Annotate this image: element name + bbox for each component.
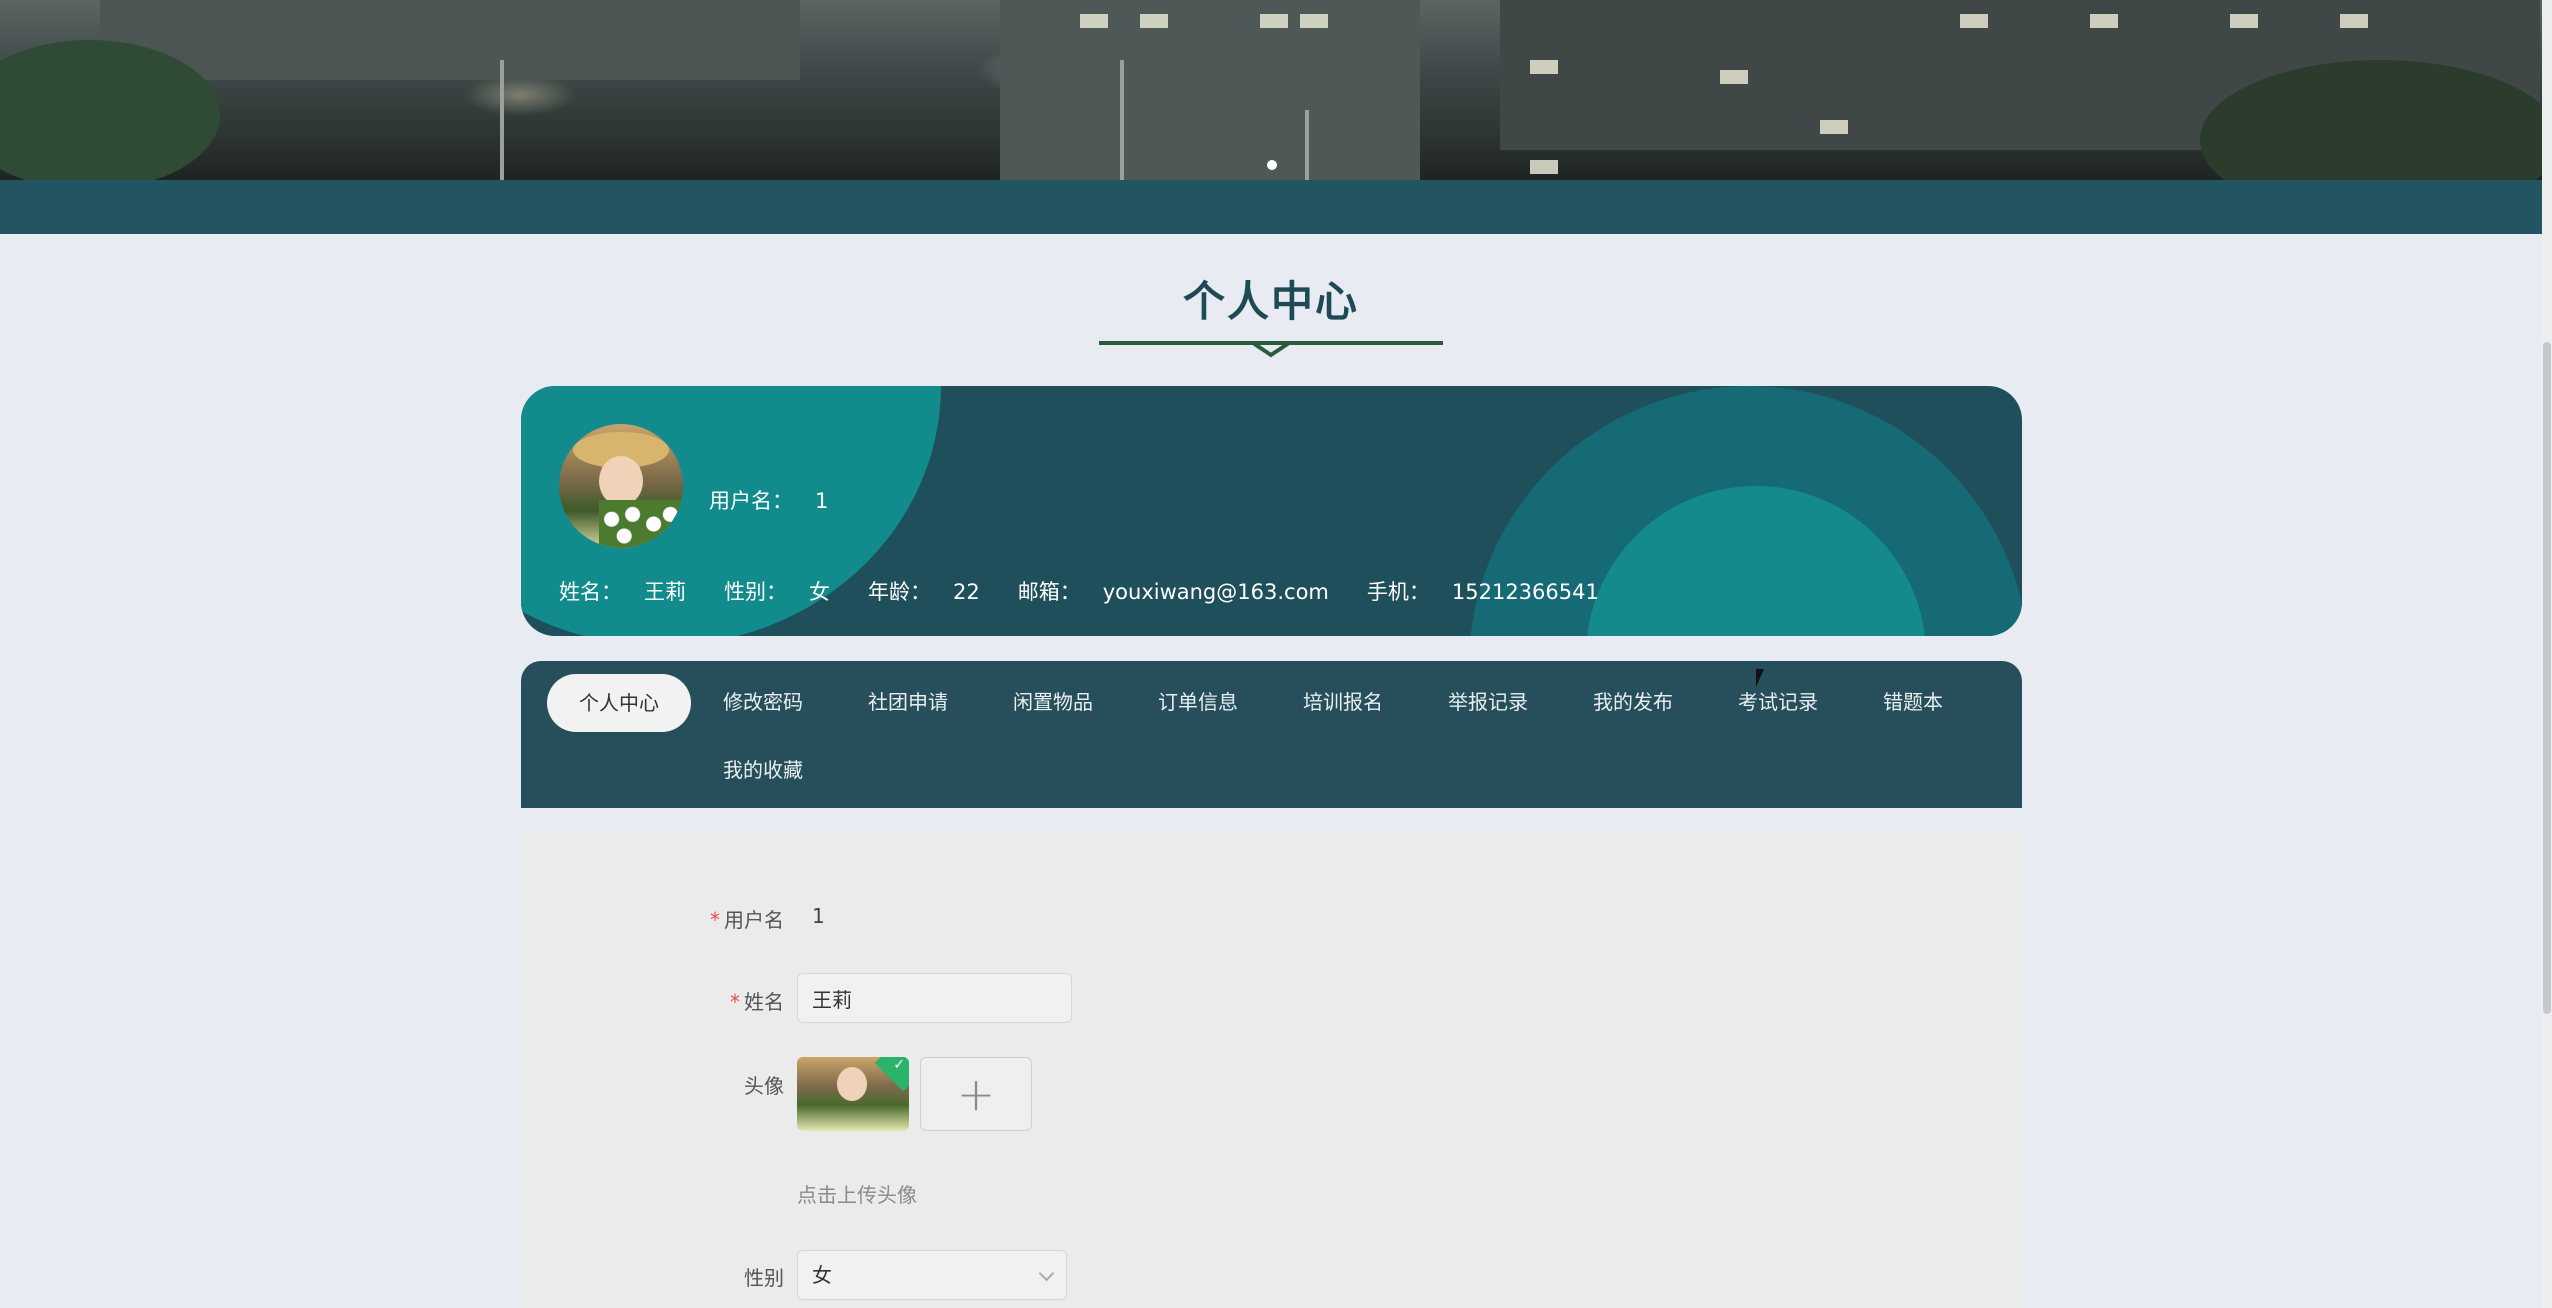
tab-my-posts[interactable]: 我的发布 [1561,673,1705,731]
tab-wrong-answers[interactable]: 错题本 [1851,673,1975,731]
profile-username-value: 1 [815,489,829,513]
profile-name-value: 王莉 [644,580,686,604]
banner-window [2340,14,2368,28]
profile-username-label: 用户名： [709,489,793,513]
profile-details: 姓名： 王莉 性别： 女 年龄： 22 邮箱： youxiwang@163.com 手机： 152… [559,576,1599,606]
banner-window [1960,14,1988,28]
avatar-label: 头像 [744,1074,784,1098]
title-chevron-icon [1253,341,1289,358]
uploaded-avatar-thumbnail[interactable]: ✓ [797,1057,909,1131]
banner-building [1000,0,1420,180]
banner-window [1300,14,1328,28]
profile-username: 用户名： 1 [709,485,828,515]
profile-email-value: youxiwang@163.com [1102,580,1329,604]
tab-club-application[interactable]: 社团申请 [836,673,980,731]
banner-lamp [1120,60,1124,180]
banner-window [1260,14,1288,28]
name-input[interactable] [797,973,1072,1023]
banner-carousel[interactable] [0,0,2552,220]
tab-personal-center[interactable]: 个人中心 [547,674,691,732]
gender-select[interactable]: 女 [797,1250,1067,1300]
profile-name-label: 姓名： [559,580,622,604]
tab-report-records[interactable]: 举报记录 [1416,673,1560,731]
profile-gender-value: 女 [809,580,830,604]
page: 个人中心 用户名： 1 姓名： 王莉 性别： 女 年龄： 22 邮箱： youxiwang@16… [0,0,2552,1308]
banner-window [1080,14,1108,28]
check-icon: ✓ [893,1057,905,1073]
tab-idle-items[interactable]: 闲置物品 [981,673,1125,731]
carousel-indicator-dot[interactable] [1267,160,1277,170]
banner-lamp [500,60,504,180]
banner-window [1820,120,1848,134]
username-label: * 用户名 [710,908,784,932]
banner-window [1720,70,1748,84]
avatar-flowers [599,500,683,548]
user-center-tabs: 个人中心 修改密码 社团申请 闲置物品 订单信息 培训报名 举报记录 我的发布 … [521,661,2022,808]
scrollbar-thumb[interactable] [2543,342,2551,1014]
avatar-upload-button[interactable]: + [920,1057,1032,1131]
profile-card: 用户名： 1 姓名： 王莉 性别： 女 年龄： 22 邮箱： youxiwang@163.com… [521,386,2022,636]
required-mark: * [730,990,740,1014]
tab-training-signup[interactable]: 培训报名 [1271,673,1415,731]
profile-age-value: 22 [953,580,980,604]
profile-phone-label: 手机： [1366,580,1430,604]
mouse-cursor-icon [1756,669,1764,687]
banner-window [1530,60,1558,74]
banner-lamp [1305,110,1309,180]
banner-window [1530,160,1558,174]
tab-exam-records[interactable]: 考试记录 [1706,673,1850,731]
name-label: * 姓名 [730,990,784,1014]
banner-building [100,0,800,80]
gender-label: 性别 [744,1266,784,1290]
avatar-face [599,456,643,506]
chevron-down-icon [1038,1265,1055,1282]
tab-my-favorites[interactable]: 我的收藏 [691,741,835,799]
header-strip [0,180,2542,234]
profile-email-label: 邮箱： [1017,580,1081,604]
banner-window [2230,14,2258,28]
gender-select-value: 女 [812,1263,832,1287]
avatar [559,424,683,548]
tab-order-info[interactable]: 订单信息 [1126,673,1270,731]
profile-age-label: 年龄： [868,580,931,604]
thumbnail-face [837,1067,867,1101]
required-mark: * [710,908,720,932]
profile-phone-value: 15212366541 [1451,580,1599,604]
page-title: 个人中心 [1182,277,1359,326]
plus-icon: + [956,1067,996,1121]
banner-window [1140,14,1168,28]
tab-change-password[interactable]: 修改密码 [691,673,835,731]
upload-hint: 点击上传头像 [797,1183,917,1207]
username-value: 1 [812,904,825,928]
banner-window [2090,14,2118,28]
profile-gender-label: 性别： [724,580,787,604]
